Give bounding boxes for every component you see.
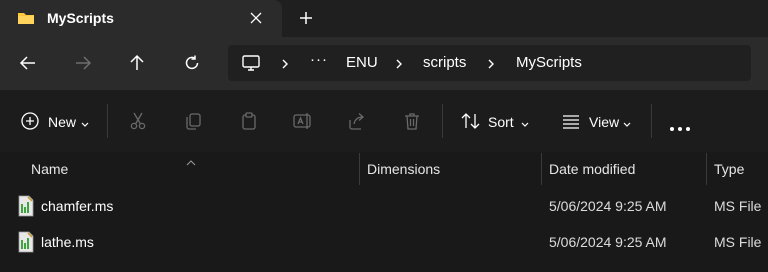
column-header-date-modified[interactable]: Date modified	[549, 161, 635, 177]
file-row[interactable]: chamfer.ms 5/06/2024 9:25 AM MS File	[0, 189, 768, 225]
sort-icon	[460, 111, 482, 136]
breadcrumb-overflow[interactable]: ···	[310, 51, 328, 68]
column-divider[interactable]	[541, 153, 542, 185]
column-header-type[interactable]: Type	[714, 161, 744, 177]
paste-icon[interactable]	[239, 111, 259, 136]
chevron-right-icon	[486, 57, 496, 75]
address-bar[interactable]: ··· ENU scripts MyScripts	[228, 45, 751, 81]
command-bar: New Sort View	[0, 90, 768, 152]
new-label: New	[48, 114, 77, 130]
arrow-left-icon[interactable]	[18, 53, 38, 78]
chevron-right-icon	[280, 57, 290, 75]
column-header-row: Name Dimensions Date modified Type	[0, 153, 768, 185]
rename-icon[interactable]	[292, 111, 314, 136]
chevron-down-icon	[622, 116, 632, 134]
file-date-modified: 5/06/2024 9:25 AM	[549, 198, 667, 214]
sort-label: Sort	[488, 114, 514, 130]
file-name[interactable]: chamfer.ms	[41, 198, 113, 214]
file-name[interactable]: lathe.ms	[41, 234, 94, 250]
chevron-down-icon	[520, 116, 530, 134]
column-header-dimensions[interactable]: Dimensions	[367, 161, 440, 177]
computer-icon[interactable]	[241, 54, 261, 77]
file-date-modified: 5/06/2024 9:25 AM	[549, 234, 667, 250]
folder-icon	[17, 10, 35, 31]
plus-icon[interactable]	[298, 10, 314, 31]
file-type: MS File	[714, 234, 762, 250]
tab-title: MyScripts	[47, 10, 114, 26]
arrow-up-icon[interactable]	[127, 53, 147, 78]
column-header-name[interactable]: Name	[31, 161, 68, 177]
column-divider[interactable]	[706, 153, 707, 185]
title-bar: MyScripts	[0, 0, 768, 37]
toolbar-divider	[442, 104, 443, 138]
delete-icon[interactable]	[402, 111, 422, 136]
chevron-down-icon	[80, 116, 90, 134]
list-view-icon	[561, 111, 581, 136]
copy-icon[interactable]	[183, 111, 203, 136]
toolbar-divider	[107, 104, 108, 138]
arrow-right-icon[interactable]	[73, 53, 93, 78]
toolbar-divider	[651, 104, 652, 138]
script-file-icon	[17, 195, 35, 222]
sort-up-icon	[186, 153, 196, 171]
plus-circle-icon	[20, 111, 40, 136]
share-icon[interactable]	[347, 111, 367, 136]
navigation-bar: ··· ENU scripts MyScripts	[0, 37, 768, 90]
breadcrumb-myscripts[interactable]: MyScripts	[516, 54, 582, 71]
breadcrumb-scripts[interactable]: scripts	[423, 54, 466, 71]
file-row[interactable]: lathe.ms 5/06/2024 9:25 AM MS File	[0, 225, 768, 261]
cut-icon[interactable]	[128, 111, 148, 136]
close-icon[interactable]	[248, 10, 264, 31]
file-type: MS File	[714, 198, 762, 214]
column-divider[interactable]	[359, 153, 360, 185]
view-label: View	[589, 114, 620, 130]
breadcrumb-enu[interactable]: ENU	[346, 54, 378, 71]
more-icon[interactable]	[669, 119, 691, 137]
script-file-icon	[17, 231, 35, 258]
tab-myscripts[interactable]: MyScripts	[0, 0, 282, 37]
refresh-icon[interactable]	[182, 53, 202, 78]
chevron-right-icon	[394, 57, 404, 75]
